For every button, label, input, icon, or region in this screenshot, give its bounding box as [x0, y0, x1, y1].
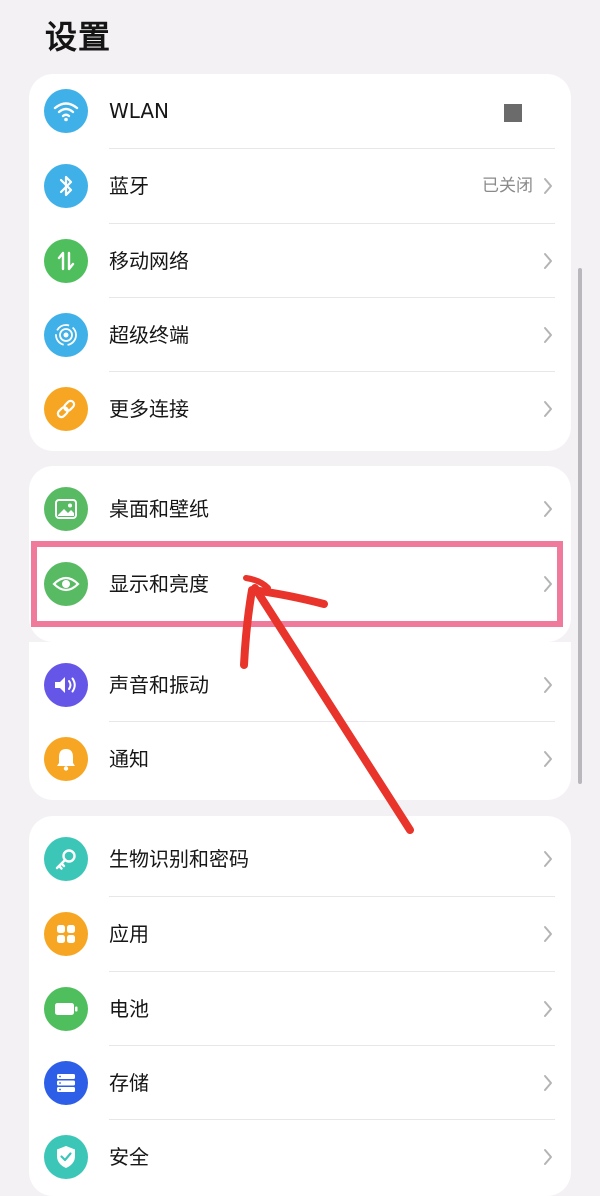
settings-item-more-connections[interactable]: 更多连接	[29, 372, 571, 446]
settings-item-storage[interactable]: 存储	[29, 1046, 571, 1120]
settings-item-display-brightness[interactable]: 显示和亮度	[29, 547, 571, 621]
settings-item-label: 通知	[109, 747, 149, 771]
storage-icon	[44, 1061, 88, 1105]
settings-item-label: 超级终端	[109, 323, 189, 347]
settings-item-label: 显示和亮度	[109, 572, 209, 596]
eye-icon	[44, 562, 88, 606]
apps-grid-icon	[44, 912, 88, 956]
super-device-icon	[44, 313, 88, 357]
settings-item-biometrics-password[interactable]: 生物识别和密码	[29, 822, 571, 896]
mobile-data-icon	[44, 239, 88, 283]
chevron-right-icon	[544, 576, 552, 592]
settings-item-label: 蓝牙	[109, 174, 149, 198]
chevron-right-icon	[544, 1001, 552, 1017]
chevron-right-icon	[544, 253, 552, 269]
settings-item-label: WLAN	[109, 99, 170, 123]
chevron-right-icon	[544, 501, 552, 517]
chevron-right-icon	[544, 677, 552, 693]
chevron-right-icon	[544, 1075, 552, 1091]
settings-item-super-device[interactable]: 超级终端	[29, 298, 571, 372]
wifi-icon	[44, 89, 88, 133]
settings-item-label: 更多连接	[109, 397, 189, 421]
settings-group-connectivity: WLAN 蓝牙 已关闭 移动网络 超级终端 更多连接	[29, 74, 571, 451]
settings-item-label: 声音和振动	[109, 673, 209, 697]
settings-item-label: 移动网络	[109, 249, 189, 273]
settings-item-wallpaper[interactable]: 桌面和壁纸	[29, 472, 571, 546]
settings-item-sound-vibration[interactable]: 声音和振动	[29, 648, 571, 722]
bluetooth-status: 已关闭	[482, 176, 533, 196]
settings-group-system: 生物识别和密码 应用 电池 存储 安全	[29, 816, 571, 1196]
speaker-icon	[44, 663, 88, 707]
settings-item-label: 应用	[109, 922, 149, 946]
chevron-right-icon	[544, 851, 552, 867]
settings-group-sound: 声音和振动 通知	[29, 642, 571, 800]
chevron-right-icon	[544, 327, 552, 343]
settings-item-apps[interactable]: 应用	[29, 897, 571, 971]
settings-group-display: 桌面和壁纸 显示和亮度	[29, 466, 571, 642]
battery-icon	[44, 987, 88, 1031]
settings-item-label: 桌面和壁纸	[109, 497, 209, 521]
bluetooth-icon	[44, 164, 88, 208]
key-icon	[44, 837, 88, 881]
settings-item-mobile-network[interactable]: 移动网络	[29, 224, 571, 298]
chevron-right-icon	[544, 401, 552, 417]
bell-icon	[44, 737, 88, 781]
chevron-right-icon	[544, 926, 552, 942]
chevron-right-icon	[544, 751, 552, 767]
shield-icon	[44, 1135, 88, 1179]
settings-item-label: 存储	[109, 1071, 149, 1095]
settings-item-label: 生物识别和密码	[109, 847, 249, 871]
settings-item-security[interactable]: 安全	[29, 1120, 571, 1194]
settings-item-label: 电池	[109, 997, 149, 1021]
chevron-right-icon	[544, 1149, 552, 1165]
settings-item-wlan[interactable]: WLAN	[29, 74, 571, 148]
settings-item-bluetooth[interactable]: 蓝牙 已关闭	[29, 149, 571, 223]
settings-item-notifications[interactable]: 通知	[29, 722, 571, 796]
wlan-toggle-placeholder[interactable]	[504, 104, 522, 122]
scrollbar[interactable]	[578, 268, 582, 784]
settings-item-label: 安全	[109, 1145, 149, 1169]
settings-item-battery[interactable]: 电池	[29, 972, 571, 1046]
link-icon	[44, 387, 88, 431]
chevron-right-icon	[544, 178, 552, 194]
wallpaper-icon	[44, 487, 88, 531]
page-title: 设置	[45, 18, 112, 56]
